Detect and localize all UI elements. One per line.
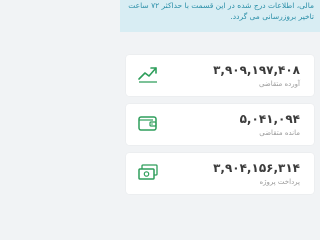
applicant-contribution-label: آورده متقاضی [258,80,300,88]
project-payment-card: ۳,۹۰۴,۱۵۶,۳۱۴ پرداخت پروژه [126,153,314,194]
banknotes-icon [138,164,158,180]
notice-text: مالی، اطلاعات درج شده در این قسمت با حدا… [128,1,314,21]
project-payment-label: پرداخت پروژه [259,178,300,186]
applicant-balance-amount: ۵,۰۴۱,۰۹۴ [239,112,300,126]
wallet-icon [138,116,157,131]
applicant-balance-label: مانده متقاضی [259,129,300,137]
applicant-contribution-card: ۳,۹۰۹,۱۹۷,۴۰۸ آورده متقاضی [126,55,314,96]
info-notice-banner: مالی، اطلاعات درج شده در این قسمت با حدا… [120,0,320,32]
applicant-contribution-amount: ۳,۹۰۹,۱۹۷,۴۰۸ [213,63,300,77]
growth-chart-icon [138,67,157,83]
project-payment-amount: ۳,۹۰۴,۱۵۶,۳۱۴ [213,161,300,175]
applicant-balance-card: ۵,۰۴۱,۰۹۴ مانده متقاضی [126,104,314,145]
